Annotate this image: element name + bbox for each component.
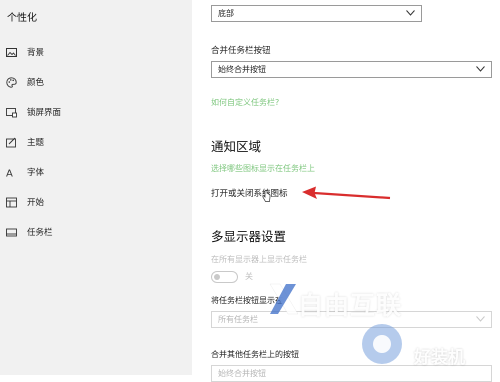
sidebar-item-label: 开始 — [27, 198, 45, 208]
sidebar-item-taskbar[interactable]: 任务栏 — [0, 221, 192, 243]
notification-area-heading: 通知区域 — [211, 139, 262, 154]
font-icon: A — [6, 168, 13, 178]
chevron-down-icon — [476, 316, 485, 322]
sidebar-item-label: 锁屏界面 — [27, 108, 62, 118]
start-icon — [6, 197, 17, 207]
toggle-state-text: 关 — [245, 272, 253, 281]
sidebar: 个性化 背景 颜色 锁屏界面 主题 A 字体 开始 任务栏 — [0, 0, 192, 375]
combine-buttons-value: 始终合并按钮 — [218, 65, 266, 74]
sidebar-item-label: 字体 — [27, 168, 45, 178]
customize-taskbar-link[interactable]: 如何自定义任务栏? — [211, 97, 279, 108]
theme-icon — [6, 137, 16, 147]
sidebar-item-label: 任务栏 — [27, 228, 53, 238]
combine-buttons-label: 合并任务栏按钮 — [211, 46, 271, 56]
show-on-all-displays-toggle[interactable] — [211, 271, 238, 283]
watermark-text: 自由互联 — [298, 291, 403, 320]
show-on-all-displays-label: 在所有显示器上显示任务栏 — [211, 255, 307, 264]
picture-icon — [6, 47, 17, 57]
sidebar-item-label: 主题 — [27, 138, 45, 148]
taskbar-icon — [6, 228, 17, 236]
chevron-down-icon — [406, 10, 415, 16]
sidebar-item-label: 颜色 — [27, 78, 45, 88]
sidebar-item-fonts[interactable]: A 字体 — [0, 161, 192, 183]
sidebar-item-label: 背景 — [27, 48, 45, 58]
palette-icon — [6, 76, 17, 88]
select-taskbar-icons-link[interactable]: 选择哪些图标显示在任务栏上 — [211, 163, 315, 174]
chevron-down-icon — [476, 66, 485, 72]
sidebar-item-themes[interactable]: 主题 — [0, 131, 192, 153]
show-buttons-on-value: 所有任务栏 — [218, 315, 258, 324]
lock-screen-icon — [6, 107, 17, 117]
watermark-badge-icon — [362, 324, 402, 364]
system-icons-link[interactable]: 打开或关闭系统图标 — [211, 187, 288, 199]
toggle-knob — [214, 274, 220, 280]
red-arrow-icon — [302, 186, 391, 200]
sidebar-item-colors[interactable]: 颜色 — [0, 71, 192, 93]
taskbar-position-select[interactable]: 底部 — [211, 5, 422, 22]
watermark-text-secondary: 好装机 — [414, 348, 465, 368]
multi-display-heading: 多显示器设置 — [211, 229, 287, 244]
combine-buttons-select[interactable]: 始终合并按钮 — [211, 61, 492, 78]
hand-cursor-icon — [262, 190, 271, 202]
sidebar-item-lock-screen[interactable]: 锁屏界面 — [0, 101, 192, 123]
sidebar-item-background[interactable]: 背景 — [0, 41, 192, 63]
watermark-logo-icon — [269, 283, 299, 315]
combine-other-value: 始终合并按钮 — [218, 369, 266, 378]
sidebar-item-start[interactable]: 开始 — [0, 191, 192, 213]
svg-text:A: A — [6, 168, 13, 178]
sidebar-title: 个性化 — [7, 13, 37, 24]
taskbar-position-value: 底部 — [218, 9, 234, 18]
combine-other-label: 合并其他任务栏上的按钮 — [211, 350, 299, 359]
